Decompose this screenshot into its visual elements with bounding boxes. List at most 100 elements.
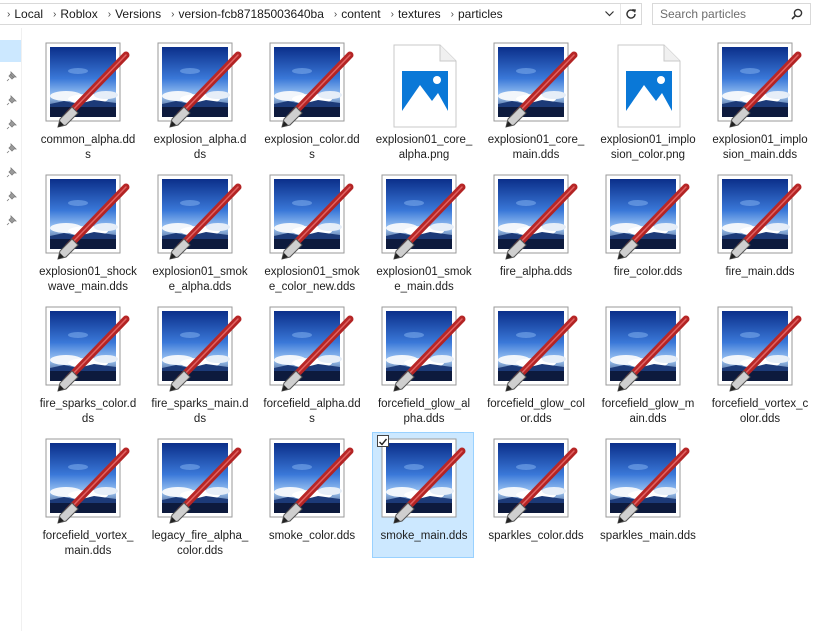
file-name: explosion01_implosion_color.png: [600, 134, 696, 161]
file-name: fire_sparks_color.dds: [39, 398, 137, 425]
breadcrumb-item-roblox[interactable]: › Roblox: [46, 4, 101, 24]
file-name: explosion01_smoke_alpha.dds: [152, 266, 248, 293]
chevron-right-icon: ›: [171, 8, 175, 20]
paint-image-icon: [492, 41, 580, 131]
file-name: explosion_alpha.dds: [153, 134, 247, 161]
breadcrumb-label: version-fcb87185003640ba: [178, 7, 324, 21]
pin-icon[interactable]: [6, 70, 18, 82]
search-box[interactable]: [652, 3, 811, 25]
file-name: explosion01_smoke_color_new.dds: [264, 266, 360, 293]
file-item[interactable]: fire_sparks_color.dds: [37, 301, 139, 427]
file-name: forcefield_alpha.dds: [263, 398, 361, 425]
chevron-right-icon: ›: [107, 8, 112, 20]
file-item[interactable]: explosion01_implosion_main.dds: [709, 37, 811, 163]
file-name: explosion01_implosion_main.dds: [712, 134, 808, 161]
breadcrumb-label: content: [341, 7, 381, 21]
paint-image-icon: [380, 437, 468, 527]
pin-icon[interactable]: [6, 190, 18, 202]
file-item[interactable]: explosion01_smoke_alpha.dds: [149, 169, 251, 295]
paint-image-icon: [716, 173, 804, 263]
file-name: explosion_color.dds: [264, 134, 360, 161]
paint-image-icon: [492, 305, 580, 395]
file-item[interactable]: explosion01_core_main.dds: [485, 37, 587, 163]
file-name: forcefield_vortex_color.dds: [711, 398, 809, 425]
breadcrumb-label: particles: [458, 7, 503, 21]
paint-image-icon: [44, 41, 132, 131]
paint-image-icon: [492, 173, 580, 263]
pin-icon[interactable]: [6, 142, 18, 154]
file-item[interactable]: fire_color.dds: [597, 169, 699, 295]
pin-icon[interactable]: [6, 166, 18, 178]
file-item[interactable]: explosion01_shockwave_main.dds: [37, 169, 139, 295]
chevron-right-icon: ›: [450, 8, 454, 20]
file-name: forcefield_glow_main.dds: [601, 398, 695, 425]
file-item[interactable]: common_alpha.dds: [37, 37, 139, 163]
file-item[interactable]: fire_alpha.dds: [485, 169, 587, 295]
file-item[interactable]: fire_sparks_main.dds: [149, 301, 251, 427]
refresh-icon: [625, 9, 636, 19]
file-item[interactable]: forcefield_alpha.dds: [261, 301, 363, 427]
paint-image-icon: [156, 437, 244, 527]
search-button[interactable]: [787, 4, 807, 24]
breadcrumb-item-content[interactable]: › content: [327, 4, 384, 24]
chevron-right-icon: ›: [53, 8, 57, 20]
file-item[interactable]: forcefield_glow_color.dds: [485, 301, 587, 427]
file-name: forcefield_glow_color.dds: [487, 398, 585, 425]
item-checkbox[interactable]: [377, 435, 389, 447]
paint-image-icon: [156, 173, 244, 263]
breadcrumb-item-textures[interactable]: › textures: [384, 4, 444, 24]
file-name: smoke_color.dds: [268, 530, 356, 542]
address-history-button[interactable]: [600, 4, 618, 24]
file-name: sparkles_main.dds: [600, 530, 696, 542]
file-item[interactable]: forcefield_glow_main.dds: [597, 301, 699, 427]
file-item[interactable]: forcefield_vortex_main.dds: [37, 433, 139, 559]
paint-image-icon: [44, 173, 132, 263]
file-name: fire_color.dds: [613, 266, 683, 278]
pin-icon[interactable]: [6, 118, 18, 130]
breadcrumb-item-particles[interactable]: › particles: [444, 4, 506, 24]
file-item[interactable]: explosion01_core_alpha.png: [373, 37, 475, 163]
file-item[interactable]: explosion_alpha.dds: [149, 37, 251, 163]
breadcrumb-item-local[interactable]: › Local: [0, 4, 46, 24]
file-item[interactable]: forcefield_glow_alpha.dds: [373, 301, 475, 427]
chevron-right-icon: ›: [333, 8, 338, 20]
refresh-button[interactable]: [620, 4, 640, 24]
breadcrumb-item-versions[interactable]: › Versions: [101, 4, 164, 24]
paint-image-icon: [156, 305, 244, 395]
file-item[interactable]: smoke_main.dds: [372, 432, 474, 558]
paint-image-icon: [44, 437, 132, 527]
breadcrumb-label: Versions: [115, 7, 162, 21]
breadcrumb-label: Local: [14, 7, 44, 21]
chevron-right-icon: ›: [390, 8, 394, 20]
file-name: explosion01_core_alpha.png: [375, 134, 473, 161]
file-name: smoke_main.dds: [380, 530, 468, 542]
paint-image-icon: [268, 305, 356, 395]
breadcrumb-item-version[interactable]: › version-fcb87185003640ba: [164, 4, 327, 24]
file-item[interactable]: fire_main.dds: [709, 169, 811, 295]
file-item[interactable]: explosion01_smoke_main.dds: [373, 169, 475, 295]
pin-icon[interactable]: [6, 214, 18, 226]
file-name: explosion01_shockwave_main.dds: [39, 266, 137, 293]
search-input[interactable]: [653, 5, 787, 23]
paint-image-icon: [380, 173, 468, 263]
file-item[interactable]: forcefield_vortex_color.dds: [709, 301, 811, 427]
file-item[interactable]: smoke_color.dds: [261, 433, 363, 559]
paint-image-icon: [268, 437, 356, 527]
file-item[interactable]: sparkles_color.dds: [485, 433, 587, 559]
file-name: forcefield_vortex_main.dds: [42, 530, 134, 557]
breadcrumb[interactable]: › Local › Roblox › Versions › version-fc…: [0, 3, 642, 25]
file-name: fire_sparks_main.dds: [151, 398, 249, 425]
paint-image-icon: [604, 305, 692, 395]
paint-image-icon: [716, 41, 804, 131]
paint-image-icon: [604, 173, 692, 263]
checkmark-icon: [379, 438, 388, 446]
search-icon: [791, 8, 803, 20]
file-name: fire_main.dds: [725, 266, 795, 278]
nav-item-selected[interactable]: [0, 40, 21, 62]
pin-icon[interactable]: [6, 94, 18, 106]
file-item[interactable]: sparkles_main.dds: [597, 433, 699, 559]
file-item[interactable]: explosion01_smoke_color_new.dds: [261, 169, 363, 295]
file-item[interactable]: explosion_color.dds: [261, 37, 363, 163]
file-item[interactable]: explosion01_implosion_color.png: [597, 37, 699, 163]
file-item[interactable]: legacy_fire_alpha_color.dds: [149, 433, 251, 559]
